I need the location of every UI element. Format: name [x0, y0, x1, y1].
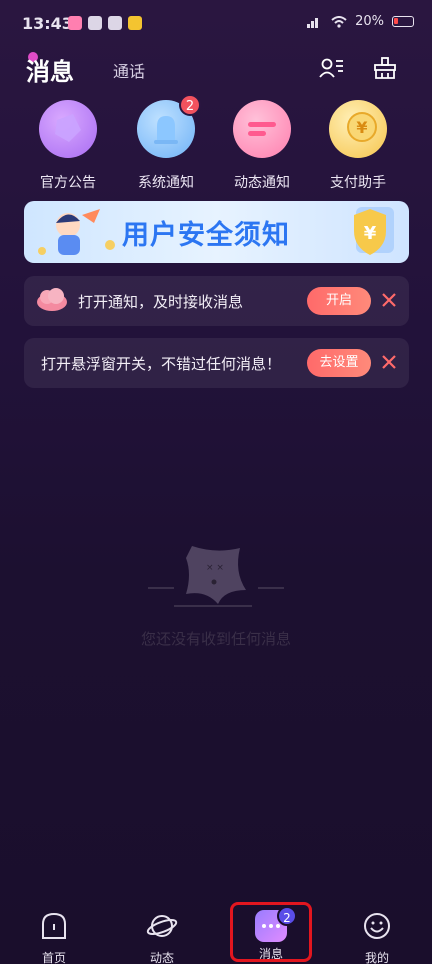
shield-icon: ¥ — [354, 207, 394, 255]
contacts-icon[interactable] — [318, 56, 344, 80]
app-notification-icon — [108, 16, 122, 30]
wifi-icon — [331, 15, 347, 28]
nav-label: 动态 — [149, 951, 174, 964]
quick-entry-payment[interactable]: ¥ 支付助手 — [310, 100, 406, 192]
app-notification-icon — [128, 16, 142, 30]
empty-state: × × 您还没有收到任何消息 — [0, 540, 432, 650]
chat-icon: 2 — [255, 906, 297, 942]
nav-label: 我的 — [364, 951, 389, 964]
feed-icon — [233, 100, 291, 158]
smiley-icon — [364, 913, 390, 939]
close-icon[interactable] — [379, 352, 399, 372]
announcement-icon — [39, 100, 97, 158]
status-bar: 13:43 20% — [0, 0, 432, 48]
notice-card-floating-window: 打开悬浮窗开关，不错过任何消息！ 去设置 — [24, 338, 409, 388]
quick-entry-label: 官方公告 — [40, 175, 96, 191]
safety-banner[interactable]: 用户安全须知 ¥ — [24, 201, 409, 263]
signal-icon — [307, 17, 319, 28]
nav-label: 消息 — [258, 947, 283, 961]
broom-clean-icon[interactable] — [372, 56, 398, 80]
notice-text: 打开通知，及时接收消息 — [78, 293, 244, 311]
quick-entry-feed[interactable]: 动态通知 — [214, 100, 310, 192]
app-notification-icon — [68, 16, 82, 30]
status-indicators: 20% — [307, 14, 414, 29]
battery-text: 20% — [355, 14, 384, 29]
go-settings-button[interactable]: 去设置 — [307, 349, 371, 377]
quick-entry-system[interactable]: 2 系统通知 — [118, 94, 214, 192]
nav-messages[interactable]: 2 消息 — [231, 904, 311, 962]
notice-text: 打开悬浮窗开关，不错过任何消息！ — [41, 355, 282, 373]
status-app-icons — [68, 16, 142, 30]
empty-message: 您还没有收到任何消息 — [140, 630, 291, 648]
page-title[interactable]: 消息 — [26, 52, 74, 87]
app-notification-icon — [88, 16, 102, 30]
nav-feed[interactable]: 动态 — [122, 904, 202, 964]
svg-text:¥: ¥ — [364, 223, 377, 244]
tab-call[interactable]: 通话 — [113, 58, 145, 82]
yen-coin-icon: ¥ — [329, 100, 387, 158]
quick-entry-label: 动态通知 — [234, 175, 290, 191]
close-icon[interactable] — [379, 290, 399, 310]
status-time: 13:43 — [22, 14, 73, 33]
banner-title: 用户安全须知 — [122, 220, 290, 251]
empty-star-icon: × × — [148, 546, 284, 607]
system-notice-badge: 2 — [179, 94, 201, 116]
character-illustration-icon — [38, 209, 115, 255]
planet-icon — [146, 915, 178, 937]
messages-badge: 2 — [277, 906, 297, 926]
nav-label: 首页 — [41, 951, 66, 964]
battery-icon — [392, 16, 414, 27]
nav-home[interactable]: 首页 — [14, 904, 94, 964]
cloud-icon — [37, 288, 67, 311]
bell-icon: 2 — [137, 94, 201, 158]
bottom-nav: 首页 动态 2 消息 我的 — [0, 904, 432, 964]
notice-card-notification: 打开通知，及时接收消息 开启 — [24, 276, 409, 326]
header: 消息 通话 — [0, 48, 432, 88]
quick-entry-label: 支付助手 — [330, 175, 386, 191]
quick-entry-announcement[interactable]: 官方公告 — [20, 100, 116, 192]
nav-profile[interactable]: 我的 — [337, 904, 417, 964]
svg-text:× ×: × × — [206, 563, 224, 573]
svg-text:¥: ¥ — [356, 118, 367, 137]
quick-entry-label: 系统通知 — [138, 175, 194, 191]
enable-notification-button[interactable]: 开启 — [307, 287, 371, 315]
home-icon — [42, 912, 66, 939]
quick-entries: 官方公告 2 系统通知 动态通知 ¥ 支付助手 — [0, 94, 432, 196]
